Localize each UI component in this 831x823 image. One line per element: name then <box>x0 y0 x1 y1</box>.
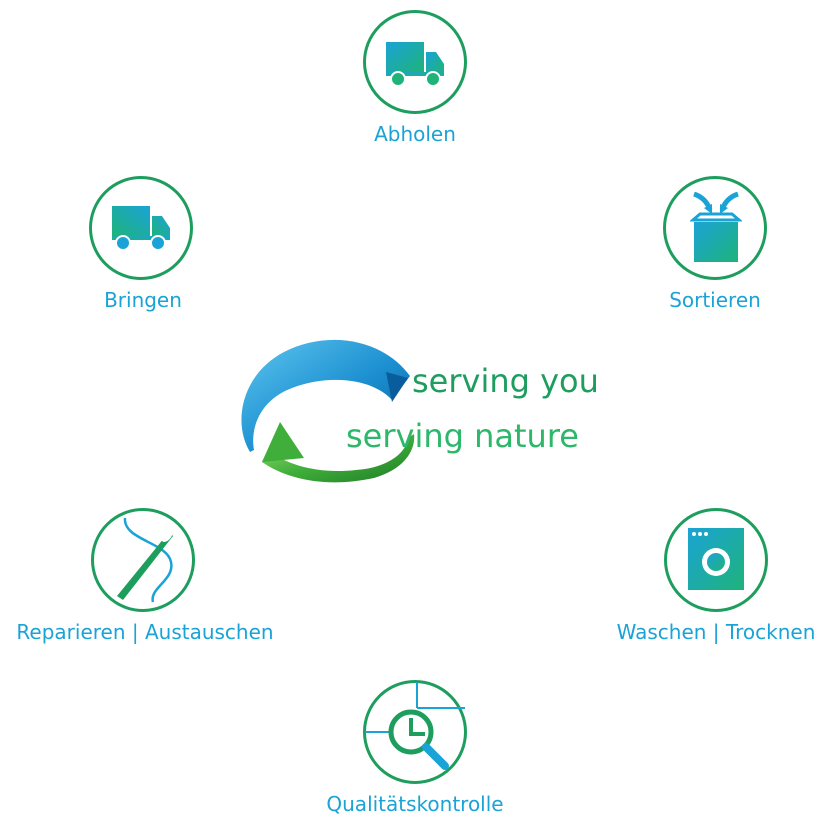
step-waschen: Waschen | Trocknen <box>606 508 826 648</box>
step-label: Sortieren <box>669 288 761 312</box>
needle-thread-icon <box>117 517 173 603</box>
step-label: Qualitätskontrolle <box>326 792 504 816</box>
step-label: Bringen <box>104 288 182 312</box>
step-label: Reparieren | Austauschen <box>16 620 274 644</box>
step-bringen: Bringen <box>68 176 218 316</box>
step-abholen: Abholen <box>330 10 500 150</box>
tagline-line2: serving nature <box>346 417 579 455</box>
step-reparieren: Reparieren | Austauschen <box>5 508 285 648</box>
truck-icon <box>112 206 170 251</box>
box-arrows-icon <box>690 192 742 262</box>
truck-icon <box>386 42 444 87</box>
step-label: Waschen | Trocknen <box>616 620 816 644</box>
washing-machine-icon <box>688 528 744 590</box>
step-label: Abholen <box>374 122 456 146</box>
tagline-line1: serving you <box>412 362 599 400</box>
step-sortieren: Sortieren <box>640 176 790 316</box>
process-diagram: { "steps": { "abholen": "Abholen", "sort… <box>0 0 831 823</box>
step-qualitaet: Qualitätskontrolle <box>320 680 510 820</box>
magnifier-chart-icon <box>365 682 465 770</box>
